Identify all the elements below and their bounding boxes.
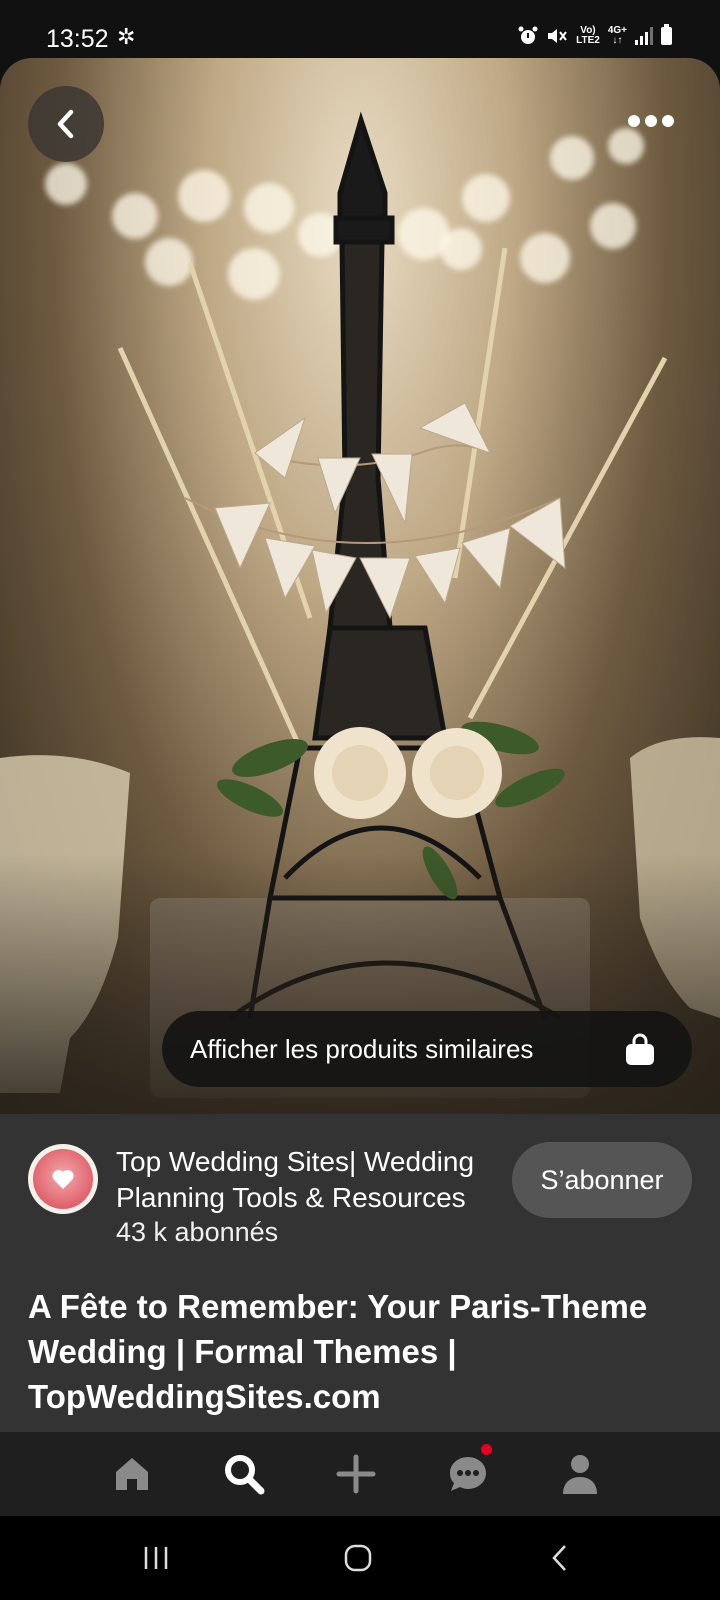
alarm-icon bbox=[518, 26, 538, 44]
back-arrow-icon bbox=[552, 1545, 566, 1571]
more-dot-icon bbox=[628, 115, 640, 127]
profile-icon bbox=[563, 1455, 597, 1494]
home-circle-icon bbox=[344, 1544, 372, 1572]
nav-search[interactable] bbox=[220, 1450, 268, 1498]
nav-create[interactable] bbox=[332, 1450, 380, 1498]
home-icon bbox=[116, 1458, 148, 1490]
messages-icon bbox=[450, 1457, 486, 1491]
sparkle-icon: ✲ bbox=[117, 24, 136, 49]
search-icon bbox=[225, 1455, 265, 1495]
add-icon bbox=[336, 1454, 376, 1494]
creator-name[interactable]: Top Wedding Sites| Wedding Planning Tool… bbox=[116, 1144, 506, 1216]
volte-indicator: Vo) LTE2 bbox=[576, 26, 600, 46]
similar-products-label: Afficher les produits similaires bbox=[190, 1033, 534, 1064]
status-bar: 13:52 ✲ Vo) LTE2 4G+ ↓↑ bbox=[0, 0, 720, 58]
lte-label: LTE2 bbox=[576, 35, 600, 46]
chevron-left-icon bbox=[57, 109, 74, 139]
nav-profile[interactable] bbox=[556, 1450, 604, 1498]
more-options-button[interactable] bbox=[626, 110, 676, 130]
system-home-button[interactable] bbox=[338, 1540, 378, 1576]
data-arrows-label: ↓↑ bbox=[612, 35, 623, 46]
bottom-navigation bbox=[0, 1432, 720, 1516]
data-indicator: 4G+ ↓↑ bbox=[608, 26, 627, 46]
back-button[interactable] bbox=[28, 86, 104, 162]
pin-title: A Fête to Remember: Your Paris-Theme Wed… bbox=[28, 1288, 648, 1415]
heart-icon bbox=[52, 1169, 74, 1189]
pin-image[interactable]: Afficher les produits similaires bbox=[0, 58, 720, 1114]
similar-products-button[interactable]: Afficher les produits similaires bbox=[162, 1011, 692, 1087]
status-time: 13:52 bbox=[46, 25, 109, 53]
battery-icon bbox=[661, 24, 672, 45]
mute-icon bbox=[548, 29, 567, 43]
system-navigation-bar bbox=[0, 1516, 720, 1600]
notification-dot bbox=[481, 1444, 492, 1455]
more-dot-icon bbox=[662, 115, 674, 127]
nav-home[interactable] bbox=[108, 1450, 156, 1498]
pin-info-panel: Top Wedding Sites| Wedding Planning Tool… bbox=[0, 1114, 720, 1432]
signal-icon bbox=[635, 27, 653, 45]
recent-apps-button[interactable] bbox=[136, 1540, 176, 1576]
creator-avatar[interactable] bbox=[28, 1144, 98, 1214]
status-icons: Vo) LTE2 4G+ ↓↑ bbox=[518, 24, 672, 46]
subscribe-button[interactable]: S’abonner bbox=[512, 1142, 692, 1218]
system-back-button[interactable] bbox=[540, 1540, 580, 1576]
nav-messages[interactable] bbox=[444, 1444, 492, 1498]
follower-count: 43 k abonnés bbox=[116, 1217, 279, 1247]
more-dot-icon bbox=[645, 115, 657, 127]
shopping-bag-icon bbox=[626, 1033, 654, 1065]
recent-apps-icon bbox=[144, 1547, 168, 1569]
